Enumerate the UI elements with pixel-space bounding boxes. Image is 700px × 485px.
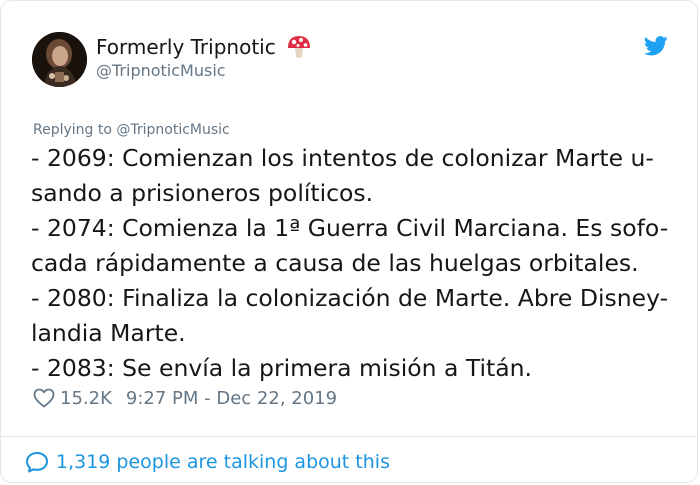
mushroom-icon	[286, 34, 312, 60]
like-count[interactable]: 15.2K	[60, 388, 112, 409]
avatar[interactable]	[32, 32, 87, 87]
tweet-text-line: sando a prisioneros políticos.	[31, 179, 374, 207]
reply-context[interactable]: Replying to @TripnoticMusic	[33, 121, 230, 139]
tweet-text-line: - 2083: Se envía la primera misión a Tit…	[31, 354, 532, 382]
tweet-text: - 2069: Comienzan los intentos de coloni…	[31, 141, 681, 386]
tweet-text-line: - 2080: Finaliza la colonización de Mart…	[31, 284, 669, 312]
tweet-text-line: - 2069: Comienzan los intentos de coloni…	[31, 144, 654, 172]
tweet-header: Formerly Tripnotic @TripnoticMusic	[1, 1, 697, 101]
divider	[1, 436, 697, 437]
tweet-timestamp[interactable]: 9:27 PM - Dec 22, 2019	[126, 388, 337, 409]
tweet-text-line: landia Marte.	[31, 319, 186, 347]
tweet-card: Formerly Tripnotic @TripnoticMusic Reply…	[0, 0, 698, 483]
author-display-name[interactable]: Formerly Tripnotic	[96, 34, 276, 60]
tweet-text-line: - 2074: Comienza la 1ª Guerra Civil Marc…	[31, 214, 669, 242]
heart-icon[interactable]	[33, 388, 55, 408]
tweet-text-line: cada rápidamente a causa de las huelgas …	[31, 249, 639, 277]
tweet-meta: 15.2K 9:27 PM - Dec 22, 2019	[33, 385, 337, 411]
author-handle[interactable]: @TripnoticMusic	[96, 61, 226, 81]
author-name-row[interactable]: Formerly Tripnotic	[96, 34, 312, 60]
twitter-bird-icon[interactable]	[643, 36, 668, 56]
speech-bubble-icon	[25, 451, 49, 473]
talking-about-text[interactable]: 1,319 people are talking about this	[56, 451, 390, 473]
talking-about-link[interactable]: 1,319 people are talking about this	[25, 449, 390, 475]
